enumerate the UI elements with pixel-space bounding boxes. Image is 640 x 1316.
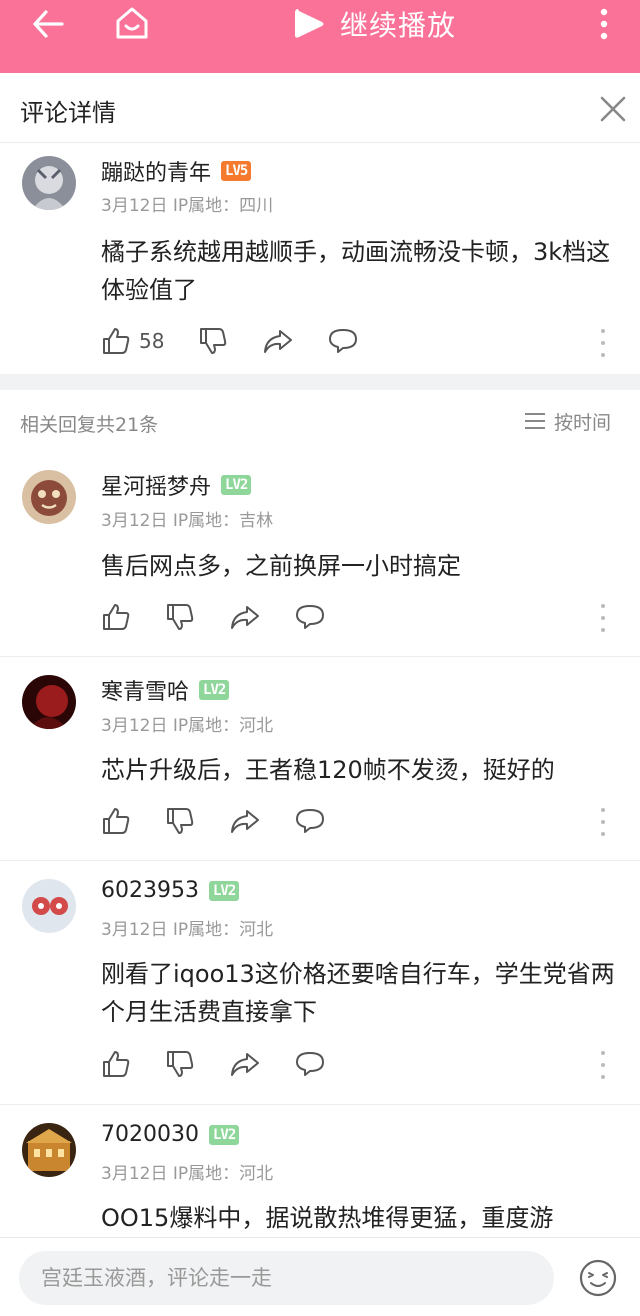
chat-bubble-icon [296, 809, 324, 833]
username-text: 7020030 [101, 1122, 199, 1147]
like-button[interactable]: 58 [101, 325, 164, 357]
related-replies-header: 相关回复共21条 按时间 [0, 390, 640, 454]
username-text: 蹦跶的青年 [101, 161, 212, 186]
comment-meta: 3月12日 IP属地：河北 [101, 920, 274, 940]
chat-bubble-icon [296, 605, 324, 629]
comment-text: OO15爆料中，据说散热堆得更猛，重度游 [101, 1204, 554, 1232]
username[interactable]: 6023953 LV2 [101, 878, 240, 903]
reply-item: 7020030 LV2 3月12日 IP属地：河北 OO15爆料中，据说散热堆得… [0, 1105, 640, 1237]
chat-bubble-icon [329, 329, 358, 353]
chat-bubble-icon [296, 1052, 324, 1076]
sort-label: 按时间 [554, 411, 612, 434]
thumbs-down-icon [167, 604, 194, 630]
reply-count: 相关回复共21条 [20, 414, 159, 436]
close-icon[interactable] [596, 92, 630, 126]
comment-input[interactable]: 宫廷玉液酒，评论走一走 [19, 1251, 554, 1305]
comment-actions [101, 1048, 325, 1080]
reply-item: 6023953 LV2 3月12日 IP属地：河北 刚看了iqoo13这价格还要… [0, 861, 640, 1103]
comment-meta: 3月12日 IP属地：吉林 [101, 511, 274, 531]
level-badge: LV2 [221, 475, 252, 495]
continue-play-button[interactable]: 继续播放 [292, 0, 456, 48]
dislike-button[interactable] [165, 1048, 195, 1080]
reply-item: 寒青雪哈 LV2 3月12日 IP属地：河北 芯片升级后，王者稳120帧不发烫，… [0, 657, 640, 859]
avatar[interactable] [22, 156, 76, 210]
reply-button[interactable] [295, 1048, 325, 1080]
comment-meta: 3月12日 IP属地：河北 [101, 716, 274, 736]
home-icon[interactable] [112, 2, 152, 44]
section-gap [0, 374, 640, 390]
more-vertical-icon[interactable] [590, 4, 618, 44]
main-comment: 蹦跶的青年 LV5 3月12日 IP属地：四川 橘子系统越用越顺手，动画流畅没卡… [0, 143, 640, 374]
play-icon [295, 9, 324, 38]
share-button[interactable] [229, 1048, 261, 1080]
reply-button[interactable] [295, 601, 325, 633]
level-badge: LV5 [221, 161, 252, 181]
share-arrow-icon [231, 606, 259, 629]
comment-actions [101, 601, 325, 633]
reply-item: 星河摇梦舟 LV2 3月12日 IP属地：吉林 售后网点多，之前换屏一小时搞定 [0, 454, 640, 656]
comment-text: 橘子系统越用越顺手，动画流畅没卡顿，3k档这体验值了 [101, 238, 611, 304]
like-button[interactable] [101, 805, 131, 837]
like-button[interactable] [101, 1048, 131, 1080]
username[interactable]: 寒青雪哈 LV2 [101, 674, 230, 706]
list-icon [525, 413, 545, 429]
continue-play-label: 继续播放 [340, 9, 457, 42]
thumbs-down-icon [167, 1051, 194, 1077]
comment-text: 芯片升级后，王者稳120帧不发烫，挺好的 [101, 756, 555, 784]
like-button[interactable] [101, 601, 131, 633]
emoji-icon[interactable] [578, 1258, 618, 1298]
comment-text: 售后网点多，之前换屏一小时搞定 [101, 552, 461, 580]
avatar[interactable] [22, 1123, 76, 1177]
comment-text: 刚看了iqoo13这价格还要啥自行车，学生党省两个月生活费直接拿下 [101, 960, 615, 1026]
reply-button[interactable] [328, 325, 358, 357]
level-badge: LV2 [208, 1124, 240, 1145]
avatar[interactable] [22, 675, 76, 729]
level-badge: LV2 [199, 680, 230, 700]
thumbs-up-icon [103, 328, 130, 354]
back-arrow-icon[interactable] [28, 4, 68, 44]
thumbs-up-icon [103, 604, 130, 630]
thumbs-up-icon [103, 808, 130, 834]
sort-by-time-button[interactable]: 按时间 [524, 408, 611, 434]
reply-button[interactable] [295, 805, 325, 837]
comment-input-bar: 宫廷玉液酒，评论走一走 [0, 1237, 640, 1316]
thumbs-down-icon [167, 808, 194, 834]
share-button[interactable] [262, 325, 294, 357]
username-text: 6023953 [101, 878, 199, 903]
avatar[interactable] [22, 879, 76, 933]
username[interactable]: 7020030 LV2 [101, 1122, 240, 1147]
share-arrow-icon [231, 1053, 259, 1076]
username-text: 星河摇梦舟 [101, 475, 212, 500]
like-count: 58 [139, 329, 165, 353]
share-arrow-icon [264, 330, 293, 353]
dislike-button[interactable] [165, 805, 195, 837]
username-text: 寒青雪哈 [101, 680, 190, 705]
top-bar: 继续播放 [0, 0, 640, 73]
thumbs-down-icon [200, 328, 227, 354]
dislike-button[interactable] [165, 601, 195, 633]
thumbs-up-icon [103, 1051, 130, 1077]
username[interactable]: 星河摇梦舟 LV2 [101, 469, 252, 501]
more-options-icon[interactable] [597, 1051, 609, 1079]
comment-meta: 3月12日 IP属地：四川 [101, 196, 274, 216]
more-options-icon[interactable] [597, 808, 609, 836]
share-button[interactable] [229, 601, 261, 633]
share-button[interactable] [229, 805, 261, 837]
comment-detail-header: 评论详情 [0, 73, 640, 143]
more-options-icon[interactable] [597, 604, 609, 632]
page-title: 评论详情 [20, 99, 116, 127]
comment-meta: 3月12日 IP属地：河北 [101, 1164, 274, 1184]
username[interactable]: 蹦跶的青年 LV5 [101, 155, 252, 187]
share-arrow-icon [231, 810, 259, 833]
level-badge: LV2 [208, 880, 240, 901]
more-options-icon[interactable] [597, 329, 609, 357]
dislike-button[interactable] [198, 325, 228, 357]
avatar[interactable] [22, 470, 76, 524]
comment-actions: 58 [101, 325, 358, 357]
comment-actions [101, 805, 325, 837]
